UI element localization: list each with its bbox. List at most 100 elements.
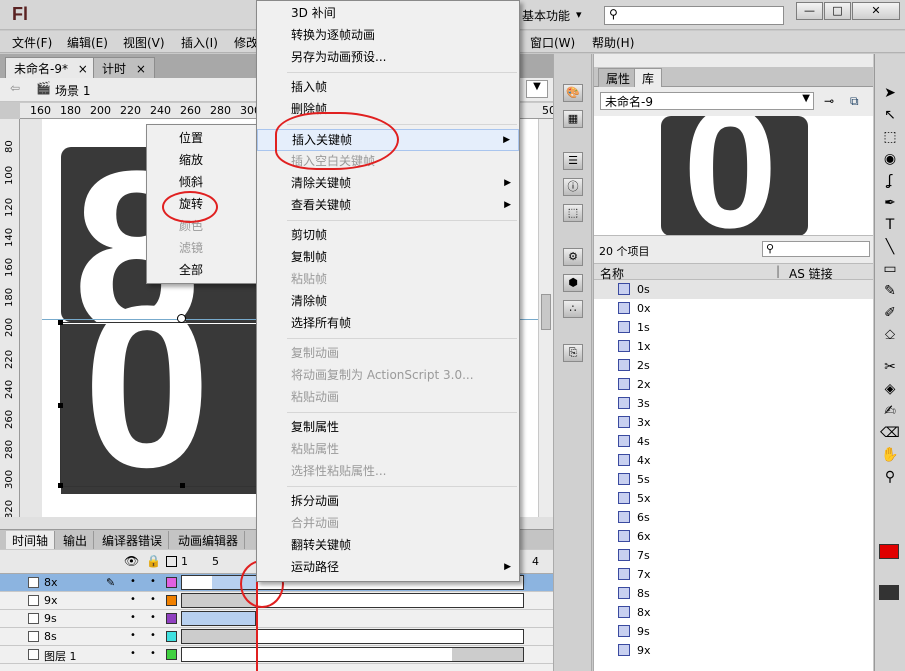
tool-0-icon[interactable]: ➤ — [878, 84, 902, 103]
tool-14-icon[interactable]: ✍ — [878, 402, 902, 421]
library-item[interactable]: 4s — [594, 432, 873, 451]
rotation-handle[interactable] — [177, 314, 186, 323]
close-icon[interactable]: × — [78, 62, 88, 76]
layer-color-swatch[interactable] — [166, 613, 177, 624]
tool-9-icon[interactable]: ✎ — [878, 282, 902, 301]
menu-view[interactable]: 视图(V) — [123, 34, 165, 51]
library-item[interactable]: 6x — [594, 527, 873, 546]
library-item[interactable]: 9s — [594, 622, 873, 641]
lock-dot[interactable]: • — [150, 612, 156, 623]
tab-untitled-9[interactable]: 未命名-9* × — [5, 57, 97, 78]
library-item[interactable]: 9x — [594, 641, 873, 660]
tool-1-icon[interactable]: ↖ — [878, 106, 902, 125]
menu-edit[interactable]: 编辑(E) — [67, 34, 108, 51]
frame-span[interactable] — [181, 647, 524, 662]
tool-5-icon[interactable]: ✒ — [878, 194, 902, 213]
lock-dot[interactable]: • — [150, 576, 156, 587]
library-item[interactable]: 7s — [594, 546, 873, 565]
library-item[interactable]: 8x — [594, 603, 873, 622]
tool-17-icon[interactable]: ⚲ — [878, 468, 902, 487]
maximize-button[interactable]: □ — [824, 2, 851, 20]
stage-vertical-scrollbar[interactable] — [538, 119, 553, 517]
layer-row[interactable]: 9s • • — [0, 610, 553, 628]
transform-handle[interactable] — [58, 483, 63, 488]
tab-motion-editor[interactable]: 动画编辑器 — [172, 531, 246, 549]
lock-dot[interactable]: • — [150, 630, 156, 641]
help-search-input[interactable]: ⚲ — [604, 6, 784, 25]
info-icon[interactable]: ⓘ — [563, 178, 583, 196]
layer-color-swatch[interactable] — [166, 595, 177, 606]
menu-modify[interactable]: 修改 — [234, 34, 258, 51]
transform-handle[interactable] — [180, 483, 185, 488]
minimize-button[interactable]: — — [796, 2, 823, 20]
library-item[interactable]: 1x — [594, 337, 873, 356]
close-button[interactable]: ✕ — [852, 2, 900, 20]
fill-color-swatch[interactable] — [879, 585, 899, 600]
scrollbar-thumb[interactable] — [541, 294, 551, 330]
context-menu-item[interactable]: 复制属性 — [257, 417, 519, 439]
menu-insert[interactable]: 插入(I) — [181, 34, 218, 51]
tool-3-icon[interactable]: ◉ — [878, 150, 902, 169]
zoom-dropdown-icon[interactable]: ▼ — [526, 80, 548, 98]
library-item[interactable]: 6s — [594, 508, 873, 527]
pin-icon[interactable]: ⊸ — [824, 94, 834, 108]
library-item[interactable]: 4x — [594, 451, 873, 470]
tool-6-icon[interactable]: T — [878, 216, 902, 235]
tab-output[interactable]: 输出 — [57, 531, 95, 549]
workspace-dropdown-icon[interactable]: ▾ — [576, 8, 582, 21]
library-item[interactable]: 3x — [594, 413, 873, 432]
visibility-dot[interactable]: • — [130, 630, 136, 641]
submenu-item[interactable]: 倾斜 — [147, 171, 257, 193]
sort-icon[interactable]: | — [776, 264, 780, 278]
layer-row[interactable]: 图层 1 • • — [0, 646, 553, 664]
tool-15-icon[interactable]: ⌫ — [878, 424, 902, 443]
tab-library[interactable]: 库 — [634, 68, 663, 87]
tool-4-icon[interactable]: ʆ — [878, 172, 902, 191]
tool-8-icon[interactable]: ▭ — [878, 260, 902, 279]
context-menu-item[interactable]: 复制帧 — [257, 247, 519, 269]
library-item[interactable]: 7x — [594, 565, 873, 584]
context-menu-item[interactable]: 剪切帧 — [257, 225, 519, 247]
library-search-input[interactable]: ⚲ — [762, 241, 870, 257]
visibility-dot[interactable]: • — [130, 648, 136, 659]
eye-icon[interactable]: 👁 — [124, 554, 139, 568]
tool-11-icon[interactable]: ⎐ — [878, 326, 902, 345]
layer-name[interactable]: 9x — [44, 594, 58, 607]
context-menu-item[interactable]: 转换为逐帧动画 — [257, 25, 519, 47]
visibility-dot[interactable]: • — [130, 576, 136, 587]
library-item[interactable]: 8s — [594, 584, 873, 603]
components-icon[interactable]: ⬢ — [563, 274, 583, 292]
layer-name[interactable]: 9s — [44, 612, 57, 625]
tab-timer[interactable]: 计时 × — [93, 57, 155, 78]
layer-name[interactable]: 8x — [44, 576, 58, 589]
frame-span[interactable] — [181, 629, 524, 644]
transform-handle[interactable] — [58, 403, 63, 408]
lock-dot[interactable]: • — [150, 594, 156, 605]
visibility-dot[interactable]: • — [130, 594, 136, 605]
submenu-item[interactable]: 缩放 — [147, 149, 257, 171]
transform-handle[interactable] — [58, 320, 63, 325]
swatches-icon[interactable]: ▦ — [563, 110, 583, 128]
library-item[interactable]: 0x — [594, 299, 873, 318]
history-icon[interactable]: ⎘ — [563, 344, 583, 362]
context-menu-item[interactable]: 插入帧 — [257, 77, 519, 99]
tab-timeline[interactable]: 时间轴 — [6, 531, 56, 549]
submenu-item[interactable]: 位置 — [147, 127, 257, 149]
context-menu-item[interactable]: 拆分动画 — [257, 491, 519, 513]
align-icon[interactable]: ☰ — [563, 152, 583, 170]
library-item[interactable]: 5s — [594, 470, 873, 489]
tool-2-icon[interactable]: ⬚ — [878, 128, 902, 147]
lock-icon[interactable]: 🔒 — [146, 554, 161, 568]
tool-10-icon[interactable]: ✐ — [878, 304, 902, 323]
layer-name[interactable]: 图层 1 — [44, 648, 77, 664]
library-item[interactable]: 0s — [594, 280, 873, 299]
context-menu-item[interactable]: 运动路径 ▶ — [257, 557, 519, 579]
tool-7-icon[interactable]: ╲ — [878, 238, 902, 257]
menu-window[interactable]: 窗口(W) — [530, 34, 575, 51]
context-menu-item[interactable]: 清除帧 — [257, 291, 519, 313]
tool-13-icon[interactable]: ◈ — [878, 380, 902, 399]
layer-color-swatch[interactable] — [166, 631, 177, 642]
tool-16-icon[interactable]: ✋ — [878, 446, 902, 465]
context-menu-item[interactable]: 另存为动画预设... — [257, 47, 519, 69]
workspace-switcher[interactable]: 基本功能 — [522, 7, 570, 24]
